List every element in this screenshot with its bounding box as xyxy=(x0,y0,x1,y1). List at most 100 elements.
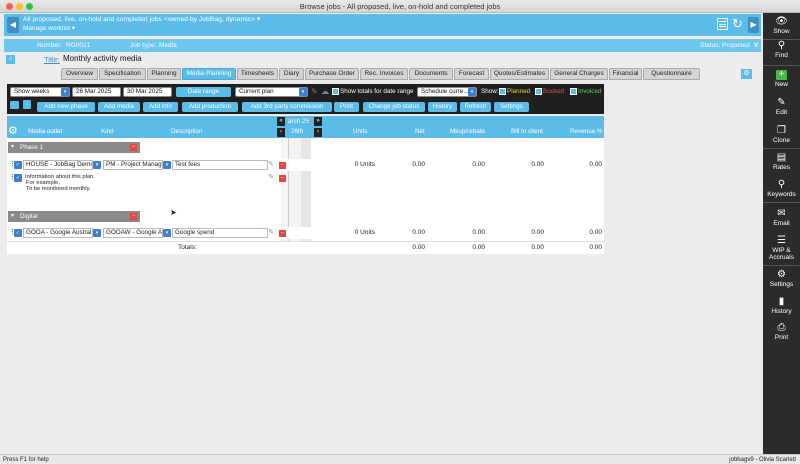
keywords-button[interactable]: ⚲ Keywords xyxy=(763,180,800,199)
description-field[interactable]: Test fees xyxy=(172,160,268,170)
tab-questionnaire[interactable]: Questionnaire xyxy=(643,68,700,80)
grid-view-icon[interactable] xyxy=(717,18,728,30)
kind-field[interactable]: GOOAW - Google Ad xyxy=(103,228,163,238)
delete-phase-icon[interactable]: − xyxy=(130,213,137,220)
edit-button[interactable]: ✎ Edit xyxy=(763,98,800,117)
grid-settings-gear-icon[interactable]: ⚙ xyxy=(8,125,18,137)
col-net[interactable]: Net xyxy=(415,128,425,136)
show-button[interactable]: 👁 Show xyxy=(763,17,800,36)
collapse-triangle-icon[interactable]: ▾ xyxy=(11,142,14,153)
checkbox-icon[interactable]: ✓ xyxy=(14,174,22,182)
tab-timesheets[interactable]: Timesheets xyxy=(237,68,278,80)
drag-handle-icon[interactable]: ⋮ xyxy=(9,161,16,169)
zoom-window-button[interactable] xyxy=(26,3,33,10)
tab-purchase-order[interactable]: Purchase Order xyxy=(305,68,359,80)
history-button[interactable]: History xyxy=(428,102,457,112)
col-media-outlet[interactable]: Media outlet xyxy=(28,128,62,136)
checkbox-icon[interactable]: ✓ xyxy=(14,229,22,237)
col-kind[interactable]: Kind xyxy=(101,128,114,136)
booked-checkbox[interactable]: Booked xyxy=(535,88,564,96)
folder-icon[interactable] xyxy=(10,101,19,109)
planned-checkbox[interactable]: Planned xyxy=(499,88,530,96)
delete-row-icon[interactable]: − xyxy=(279,175,286,182)
tab-documents[interactable]: Documents xyxy=(409,68,453,80)
kind-lookup-icon[interactable]: ▾ xyxy=(163,161,171,169)
outlet-lookup-icon[interactable]: ▾ xyxy=(93,161,101,169)
media-outlet-field[interactable]: GOOA - Google Australia xyxy=(23,228,93,238)
new-button[interactable]: + New xyxy=(763,70,800,89)
cloud-icon[interactable]: ☁ xyxy=(321,87,329,97)
change-job-status-button[interactable]: Change job status xyxy=(363,102,425,112)
schedule-select[interactable]: Schedule curre... ▾ xyxy=(417,87,477,97)
table-row[interactable]: ⋮ ✓ HOUSE - JobBag Demo ▾ PM - Project M… xyxy=(7,159,604,171)
tab-specification[interactable]: Specification xyxy=(99,68,146,80)
rates-button[interactable]: ▤ Rates xyxy=(763,153,800,172)
col-bill-to-client[interactable]: Bill to client xyxy=(511,128,543,136)
edit-pencil-icon[interactable]: ✎ xyxy=(267,174,275,182)
checkbox-icon[interactable]: ✓ xyxy=(14,161,22,169)
drag-handle-icon[interactable]: ⋮ xyxy=(9,174,16,182)
tab-diary[interactable]: Diary xyxy=(279,68,304,80)
delete-phase-icon[interactable]: − xyxy=(130,144,137,151)
print-button[interactable]: Print xyxy=(334,102,359,112)
tab-settings-gear-icon[interactable]: ⚙ xyxy=(741,69,752,79)
tab-financial[interactable]: Financial xyxy=(609,68,642,80)
date-from-field[interactable]: 26 Mar 2025 xyxy=(72,87,121,97)
tab-quotes-estimates[interactable]: Quotes/Estimates xyxy=(490,68,549,80)
clone-button[interactable]: ❐ Clone xyxy=(763,126,800,145)
settings-button[interactable]: ⚙ Settings xyxy=(763,270,800,289)
edit-pencil-icon[interactable]: ✎ xyxy=(267,229,275,237)
show-totals-checkbox[interactable]: Show totals for date range xyxy=(332,88,414,96)
delete-row-icon[interactable]: − xyxy=(279,162,286,169)
forward-button[interactable]: ▶ xyxy=(748,17,759,33)
tab-forecast[interactable]: Forecast xyxy=(454,68,489,80)
col-mkup-rebate[interactable]: Mkup/rebate xyxy=(450,128,485,136)
refresh-button[interactable]: Refresh xyxy=(460,102,491,112)
title-link[interactable]: Title: xyxy=(44,55,60,64)
collapse-triangle-icon[interactable]: ▾ xyxy=(11,211,14,222)
add-production-button[interactable]: Add production xyxy=(182,102,238,112)
add-info-button[interactable]: Add info xyxy=(143,102,178,112)
add-new-phase-button[interactable]: Add new phase xyxy=(37,102,95,112)
tab-media-planning[interactable]: Media Planning xyxy=(182,68,236,80)
tab-rec-invoices[interactable]: Rec. Invoices xyxy=(360,68,408,80)
minimize-window-button[interactable] xyxy=(16,3,23,10)
next-week-button[interactable]: › xyxy=(314,128,322,137)
col-units[interactable]: Units xyxy=(353,128,367,136)
kind-field[interactable]: PM - Project Manage xyxy=(103,160,163,170)
find-button[interactable]: ⚲ Find xyxy=(763,41,800,60)
edit-pencil-icon[interactable]: ✎ xyxy=(267,161,275,169)
pencil-icon[interactable]: ✎ xyxy=(311,87,318,97)
prev-week-button[interactable]: ‹ xyxy=(277,128,285,137)
add-media-button[interactable]: Add media xyxy=(98,102,140,112)
settings-button[interactable]: Settings xyxy=(494,102,529,112)
date-to-field[interactable]: 30 Mar 2025 xyxy=(123,87,172,97)
last-week-button[interactable]: » xyxy=(314,117,322,126)
media-outlet-field[interactable]: HOUSE - JobBag Demo xyxy=(23,160,93,170)
phase-header[interactable]: ▾ Phase 1 − xyxy=(8,142,140,153)
history-button[interactable]: ▮ History xyxy=(763,297,800,316)
tab-general-charges[interactable]: General Charges xyxy=(550,68,608,80)
date-range-button[interactable]: Date range xyxy=(176,87,231,97)
print-button[interactable]: ⎙ Print xyxy=(763,323,800,342)
drag-handle-icon[interactable]: ⋮ xyxy=(9,229,16,237)
phase-header[interactable]: ▾ Digital − xyxy=(8,211,140,222)
table-row[interactable]: ⋮ ✓ GOOA - Google Australia ▾ GOOAW - Go… xyxy=(7,227,604,239)
back-button[interactable]: ◀ xyxy=(7,17,19,33)
period-select[interactable]: Show weeks ▾ xyxy=(10,87,70,97)
wip-accruals-button[interactable]: ☰ WIP & Accruals xyxy=(763,236,800,262)
tab-planning[interactable]: Planning xyxy=(147,68,181,80)
home-icon[interactable]: ⌂ xyxy=(6,55,15,64)
col-description[interactable]: Description xyxy=(171,128,203,136)
worklist-filter-dropdown[interactable]: All proposed, live, on-hold and complete… xyxy=(23,16,260,24)
first-week-button[interactable]: « xyxy=(277,117,285,126)
invoiced-checkbox[interactable]: Invoiced xyxy=(570,88,601,96)
add-3rd-party-commission-button[interactable]: Add 3rd party commission xyxy=(242,102,332,112)
close-window-button[interactable] xyxy=(6,3,13,10)
outlet-lookup-icon[interactable]: ▾ xyxy=(93,229,101,237)
manage-worklist-dropdown[interactable]: Manage worklist ▾ xyxy=(23,25,75,33)
document-icon[interactable] xyxy=(23,100,31,109)
description-field[interactable]: Google spend xyxy=(172,228,268,238)
kind-lookup-icon[interactable]: ▾ xyxy=(163,229,171,237)
tab-overview[interactable]: Overview xyxy=(61,68,98,80)
